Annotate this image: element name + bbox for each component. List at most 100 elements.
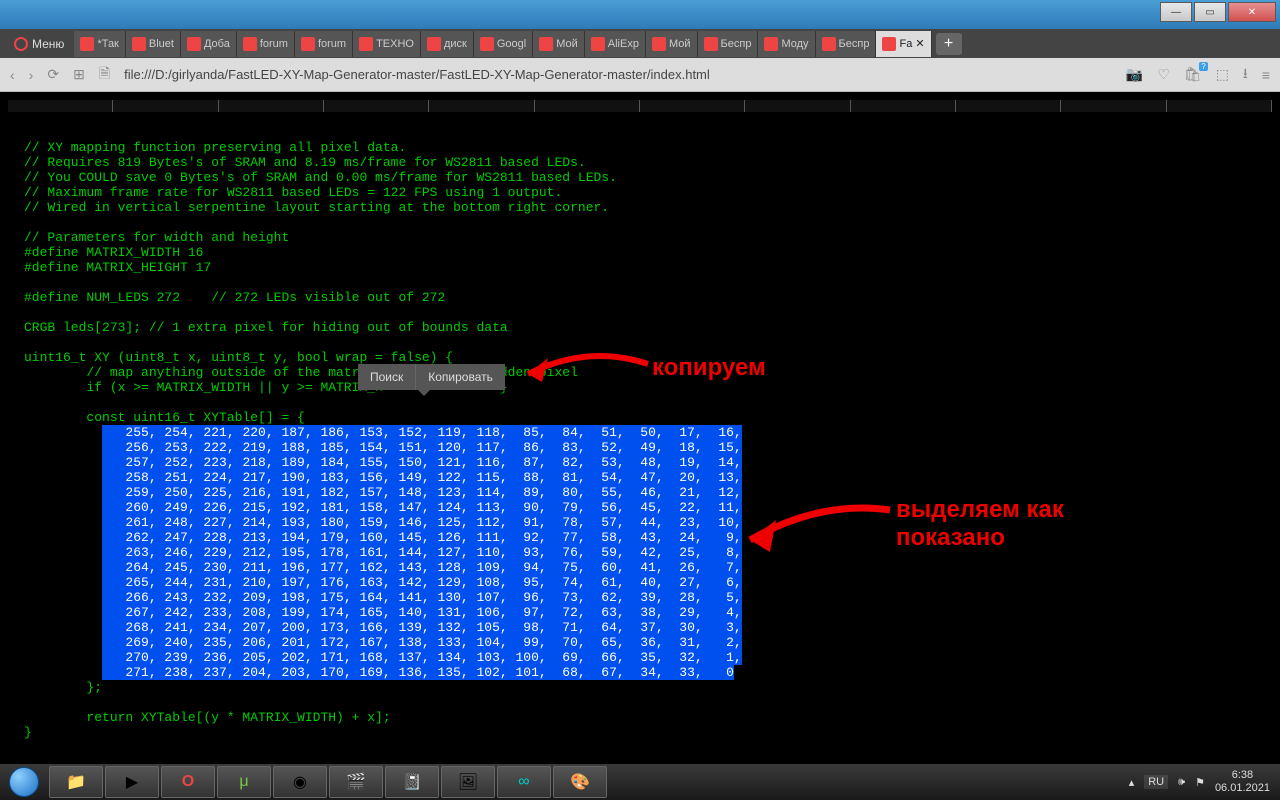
favicon-icon (132, 37, 146, 51)
browser-tab[interactable]: forum (237, 31, 295, 57)
browser-tab[interactable]: диск (421, 31, 474, 57)
selected-text[interactable]: 264, 245, 230, 211, 196, 177, 162, 143, … (102, 560, 742, 575)
tab-label: AliExp (608, 38, 639, 50)
code-output[interactable]: // XY mapping function preserving all pi… (8, 124, 1272, 764)
forward-button[interactable]: › (29, 67, 34, 83)
reload-button[interactable]: ⟳ (47, 66, 59, 83)
window-titlebar: — ▭ ✕ (0, 0, 1280, 29)
taskbar-app3[interactable]: 📓 (385, 766, 439, 798)
selected-text[interactable]: 265, 244, 231, 210, 197, 176, 163, 142, … (102, 575, 742, 590)
selected-text[interactable]: 261, 248, 227, 214, 193, 180, 159, 146, … (102, 515, 742, 530)
favicon-icon (301, 37, 315, 51)
selected-text[interactable]: 267, 242, 233, 208, 199, 174, 165, 140, … (102, 605, 742, 620)
taskbar-arduino[interactable]: ∞ (497, 766, 551, 798)
page-content: // XY mapping function preserving all pi… (0, 92, 1280, 764)
browser-tab[interactable]: Googl (474, 31, 533, 57)
tray-icon2[interactable]: ⚑ (1195, 776, 1205, 789)
maximize-button[interactable]: ▭ (1194, 2, 1226, 22)
selected-text[interactable]: 269, 240, 235, 206, 201, 172, 167, 138, … (102, 635, 742, 650)
browser-tab[interactable]: Беспр (698, 31, 759, 57)
selected-text[interactable]: 259, 250, 225, 216, 191, 182, 157, 148, … (102, 485, 742, 500)
context-menu: Поиск Копировать (358, 364, 505, 390)
browser-tab[interactable]: *Так (74, 31, 125, 57)
selected-text[interactable]: 268, 241, 234, 207, 200, 173, 166, 139, … (102, 620, 742, 635)
top-strip (8, 98, 1272, 116)
tab-label: Googl (497, 38, 526, 50)
language-indicator[interactable]: RU (1144, 775, 1168, 789)
tab-label: Bluet (149, 38, 174, 50)
browser-tab[interactable]: Доба (181, 31, 237, 57)
taskbar-paint[interactable]: 🎨 (553, 766, 607, 798)
context-search[interactable]: Поиск (358, 364, 416, 390)
browser-tab[interactable]: ТЕХНО (353, 31, 421, 57)
favicon-icon (704, 37, 718, 51)
favicon-icon (822, 37, 836, 51)
browser-tab[interactable]: AliExp (585, 31, 646, 57)
selected-text[interactable]: 262, 247, 228, 213, 194, 179, 160, 145, … (102, 530, 742, 545)
favicon-icon (480, 37, 494, 51)
context-copy[interactable]: Копировать (416, 364, 505, 390)
more-icon[interactable]: ≡ (1262, 67, 1270, 83)
new-tab-button[interactable]: + (936, 33, 962, 55)
selected-text[interactable]: 260, 249, 226, 215, 192, 181, 158, 147, … (102, 500, 742, 515)
selected-text[interactable]: 266, 243, 232, 209, 198, 175, 164, 141, … (102, 590, 742, 605)
windows-orb-icon (9, 767, 39, 797)
taskbar-app2[interactable]: 🎬 (329, 766, 383, 798)
close-button[interactable]: ✕ (1228, 2, 1276, 22)
favicon-icon (764, 37, 778, 51)
tab-label: Fa (899, 38, 912, 50)
selected-text[interactable]: 258, 251, 224, 217, 190, 183, 156, 149, … (102, 470, 742, 485)
browser-tab[interactable]: Мой (533, 31, 585, 57)
download-icon[interactable]: ⭳ (1243, 63, 1248, 87)
opera-menu-button[interactable]: Меню (4, 34, 74, 54)
system-tray: ▴ RU 🕪 ⚑ 6:38 06.01.2021 (1129, 769, 1280, 795)
browser-tab[interactable]: Fa ✕ (876, 31, 931, 57)
browser-tab[interactable]: Моду (758, 31, 815, 57)
tab-label: *Так (97, 38, 118, 50)
clock[interactable]: 6:38 06.01.2021 (1215, 769, 1270, 795)
selected-text[interactable]: 256, 253, 222, 219, 188, 185, 154, 151, … (102, 440, 742, 455)
browser-tab[interactable]: Беспр (816, 31, 877, 57)
heart-icon[interactable]: ♡ (1157, 66, 1170, 83)
selected-text[interactable]: 270, 239, 236, 205, 202, 171, 168, 137, … (102, 650, 742, 665)
tray-chevron[interactable]: ▴ (1129, 776, 1135, 789)
favicon-icon (243, 37, 257, 51)
annotation-text-2: выделяем как показано (896, 496, 1064, 552)
tab-label: Мой (669, 38, 691, 50)
tab-label: Беспр (839, 38, 870, 50)
address-field[interactable]: file:///D:/girlyanda/FastLED-XY-Map-Gene… (124, 67, 1112, 82)
taskbar-media[interactable]: ▶ (105, 766, 159, 798)
camera-icon[interactable]: 📷 (1126, 66, 1143, 83)
selected-text[interactable]: 257, 252, 223, 218, 189, 184, 155, 150, … (102, 455, 742, 470)
tab-label: диск (444, 38, 467, 50)
selected-text[interactable]: 255, 254, 221, 220, 187, 186, 153, 152, … (102, 425, 742, 440)
taskbar-torrent[interactable]: μ (217, 766, 271, 798)
tab-label: Мой (556, 38, 578, 50)
minimize-button[interactable]: — (1160, 2, 1192, 22)
taskbar-explorer[interactable]: 📁 (49, 766, 103, 798)
browser-tab[interactable]: Bluet (126, 31, 181, 57)
favicon-icon (427, 37, 441, 51)
home-button[interactable]: ⊞ (73, 66, 85, 83)
favicon-icon (359, 37, 373, 51)
tray-icon[interactable]: 🕪 (1178, 776, 1185, 789)
tab-close-icon[interactable]: ✕ (915, 37, 924, 50)
taskbar-app1[interactable]: ◉ (273, 766, 327, 798)
shopping-icon[interactable]: 🛍? (1184, 66, 1202, 83)
browser-tab[interactable]: forum (295, 31, 353, 57)
tab-label: Моду (781, 38, 808, 50)
selected-text[interactable]: 263, 246, 229, 212, 195, 178, 161, 144, … (102, 545, 742, 560)
taskbar-app4[interactable]: 🖼 (441, 766, 495, 798)
start-button[interactable] (0, 764, 48, 800)
opera-logo-icon (14, 37, 28, 51)
back-button[interactable]: ‹ (10, 67, 15, 83)
favicon-icon (539, 37, 553, 51)
address-bar: ‹ › ⟳ ⊞ 🗎 file:///D:/girlyanda/FastLED-X… (0, 58, 1280, 92)
favicon-icon (652, 37, 666, 51)
tab-strip: Меню *ТакBluetДобаforumforumТЕХНОдискGoo… (0, 29, 1280, 58)
taskbar-opera[interactable]: O (161, 766, 215, 798)
favicon-icon (591, 37, 605, 51)
selected-text[interactable]: 271, 238, 237, 204, 203, 170, 169, 136, … (102, 665, 734, 680)
cube-icon[interactable]: ⬚ (1216, 66, 1229, 83)
browser-tab[interactable]: Мой (646, 31, 698, 57)
